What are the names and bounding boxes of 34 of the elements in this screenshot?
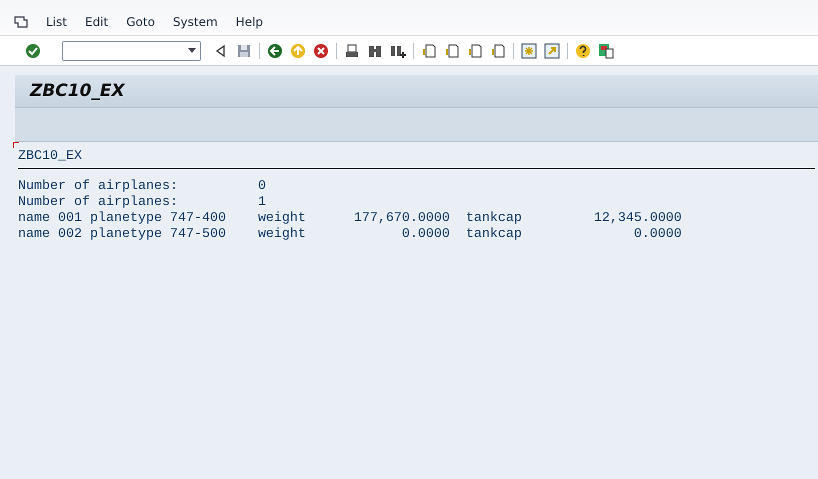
list-value: 0.0000 — [632, 227, 682, 243]
list-label: Number of airplanes: — [18, 179, 179, 195]
menu-item[interactable]: System — [172, 14, 218, 28]
list-label: name 001 planetype 747-400 — [18, 211, 227, 227]
list-label: tankcap — [466, 211, 523, 227]
list-label: name 002 planetype 747-500 — [18, 227, 227, 243]
command-field[interactable] — [62, 40, 201, 60]
save-icon[interactable] — [236, 42, 252, 58]
list-label: Number of airplanes: — [18, 195, 179, 211]
screen-title: ZBC10_EX — [30, 81, 125, 101]
menu-item[interactable]: Help — [236, 14, 264, 28]
list-header: ZBC10_EX — [18, 149, 815, 169]
list-value: 12,345.0000 — [592, 211, 682, 227]
cursor-corner-mark — [13, 142, 19, 148]
help-icon[interactable] — [575, 42, 591, 58]
list-label: weight — [258, 227, 307, 243]
menu-item[interactable]: List — [46, 14, 67, 28]
list-value: 177,670.0000 — [352, 211, 450, 227]
dropdown-caret-icon[interactable] — [188, 48, 196, 53]
menu-icon[interactable] — [14, 16, 28, 28]
print-icon[interactable] — [344, 42, 360, 58]
list-value: 0.0000 — [400, 227, 450, 243]
layout-icon[interactable] — [598, 42, 614, 58]
shortcut-icon[interactable] — [544, 42, 560, 58]
enter-icon[interactable] — [25, 42, 41, 58]
list-label: tankcap — [466, 227, 523, 243]
back-icon[interactable] — [267, 42, 283, 58]
list-label: weight — [258, 211, 307, 227]
list-value: 0 — [258, 179, 267, 195]
cancel-icon[interactable] — [313, 42, 329, 58]
menu-item[interactable]: Edit — [84, 14, 108, 28]
list-value: 1 — [258, 195, 267, 211]
menu-item[interactable]: Goto — [126, 14, 155, 28]
new-session-icon[interactable] — [521, 42, 537, 58]
